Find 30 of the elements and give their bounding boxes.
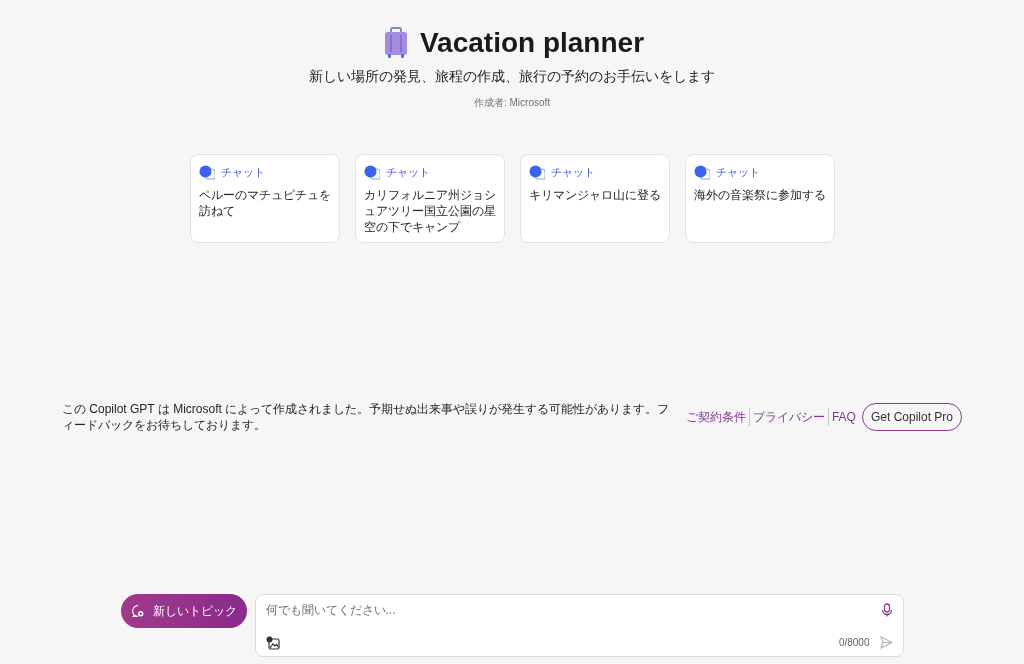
disclaimer-text: この Copilot GPT は Microsoft によって作成されました。予期せぬ出来事や誤りが発生する可能性があります。フィードバックをお待ちしております。 [62,401,671,433]
microphone-icon[interactable] [880,603,893,617]
prompt-card[interactable]: チャット ペルーのマチュピチュを訪ねて [189,154,340,243]
chat-bubble-icon [198,164,215,180]
character-counter: 0/8000 [838,636,870,650]
card-label: チャット [385,165,430,180]
new-chat-icon [130,602,145,620]
chat-bubble-icon [528,164,545,180]
card-text: ペルーのマチュピチュを訪ねて [198,186,331,219]
message-input-box[interactable]: 何でも聞いてください... 0/8000 [254,594,904,657]
footer-link[interactable]: ご契約条件 [682,408,749,426]
page-title: Vacation planner [419,26,645,60]
chat-bubble-icon [363,164,380,180]
card-label: チャット [715,165,760,180]
author-text: 作成者: Microsoft [473,96,551,110]
message-input[interactable]: 何でも聞いてください... [265,601,881,619]
add-image-icon[interactable] [265,635,280,650]
description: 新しい場所の発見、旅程の作成、旅行の予約のお手伝いをします [309,67,715,86]
card-text: カリフォルニア州ジョシュアツリー国立公園の星空の下でキャンプ [363,186,496,235]
prompt-card[interactable]: チャット キリマンジャロ山に登る [519,154,670,243]
footer-link[interactable]: FAQ [827,408,859,426]
card-text: キリマンジャロ山に登る [528,186,661,203]
footer-link[interactable]: プライバシー [748,408,828,426]
card-label: チャット [220,165,265,180]
chat-bubble-icon [693,164,710,180]
prompt-card[interactable]: チャット カリフォルニア州ジョシュアツリー国立公園の星空の下でキャンプ [354,154,505,243]
prompt-card[interactable]: チャット 海外の音楽祭に参加する [684,154,835,243]
card-text: 海外の音楽祭に参加する [693,186,826,203]
new-topic-button[interactable]: 新しいトピック [120,594,247,628]
card-label: チャット [550,165,595,180]
